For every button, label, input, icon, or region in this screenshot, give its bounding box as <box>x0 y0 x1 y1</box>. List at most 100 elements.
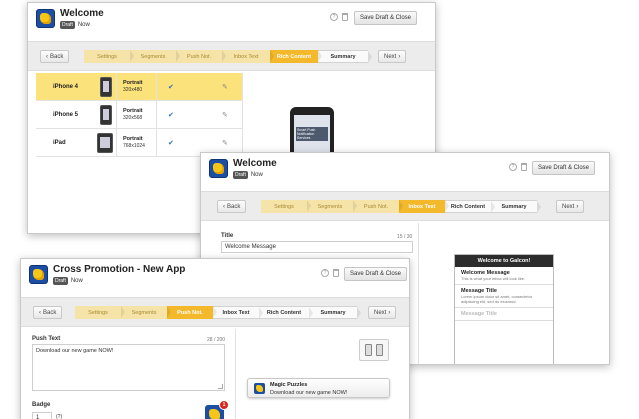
step-settings[interactable]: Settings <box>75 306 125 319</box>
wizard-bar: ‹ Back Settings Segments Push Not. Inbox … <box>201 191 609 221</box>
page-title: Welcome <box>60 8 104 19</box>
step-inbox[interactable]: Inbox Text <box>222 50 274 63</box>
device-orientation: Portrait 320x568 <box>123 107 143 121</box>
step-rich-content[interactable]: Rich Content <box>259 306 313 319</box>
wizard-steps: Settings Segments Push Not. Inbox Text R… <box>261 200 541 213</box>
cross-promotion-window: Cross Promotion - New App Draft Now ? Sa… <box>20 258 410 419</box>
check-icon: ✔ <box>168 111 174 119</box>
device-name: iPad <box>53 139 66 146</box>
ipad-icon <box>97 133 113 153</box>
step-inbox[interactable]: Inbox Text <box>213 306 263 319</box>
column-divider <box>235 329 236 419</box>
save-draft-button[interactable]: Save Draft & Close <box>354 11 418 25</box>
title-label: Title <box>221 233 234 239</box>
app-logo <box>36 9 55 28</box>
notification-message: Download our new game NOW! <box>270 390 348 396</box>
page-title: Cross Promotion - New App <box>53 264 186 275</box>
chevron-left-icon: ‹ <box>46 53 48 60</box>
step-push[interactable]: Push Not. <box>176 50 226 63</box>
step-settings[interactable]: Settings <box>261 200 311 213</box>
pencil-icon[interactable]: ✎ <box>222 139 228 147</box>
push-text-input[interactable]: Download our new game NOW! <box>32 344 225 391</box>
window-header: Welcome Draft Now ? Save Draft & Close <box>28 3 435 41</box>
device-name: iPhone 4 <box>53 83 79 90</box>
back-button[interactable]: ‹ Back <box>217 200 247 213</box>
step-summary[interactable]: Summary <box>491 200 541 213</box>
column-divider <box>418 223 419 364</box>
column-divider <box>116 73 117 157</box>
step-segments[interactable]: Segments <box>307 200 357 213</box>
header-icons: ? <box>321 269 339 277</box>
wizard-steps: Settings Segments Push Not. Inbox Text R… <box>75 306 361 319</box>
step-segments[interactable]: Segments <box>121 306 171 319</box>
badge-help[interactable]: (?) <box>56 414 62 419</box>
trash-icon[interactable] <box>521 163 527 171</box>
title-input[interactable]: Welcome Message <box>221 241 413 253</box>
step-push[interactable]: Push Not. <box>167 306 217 319</box>
inbox-item: Message Title <box>455 308 553 321</box>
next-button[interactable]: Next › <box>368 306 397 319</box>
next-button[interactable]: Next › <box>556 200 585 213</box>
chevron-right-icon: › <box>576 203 579 210</box>
wizard-bar: ‹ Back Settings Segments Push Not. Inbox … <box>21 297 409 327</box>
tablet-icon[interactable] <box>376 344 383 356</box>
step-segments[interactable]: Segments <box>130 50 180 63</box>
chevron-left-icon: ‹ <box>39 309 41 316</box>
save-draft-button[interactable]: Save Draft & Close <box>532 161 596 175</box>
chevron-right-icon: › <box>388 309 391 316</box>
save-draft-button[interactable]: Save Draft & Close <box>344 267 408 281</box>
pencil-icon[interactable]: ✎ <box>222 111 228 119</box>
step-push[interactable]: Push Not. <box>353 200 403 213</box>
step-rich-content[interactable]: Rich Content <box>270 50 322 63</box>
step-inbox[interactable]: Inbox Text <box>399 200 449 213</box>
step-summary[interactable]: Summary <box>318 50 372 63</box>
chevron-left-icon: ‹ <box>223 203 225 210</box>
inbox-item: Welcome Message This is what your inbox … <box>455 267 553 285</box>
puzzle-icon <box>33 269 44 280</box>
app-icon <box>254 383 265 394</box>
device-row-iphone4[interactable]: iPhone 4 Portrait 320x480 ✔ ✎ <box>36 73 242 101</box>
back-button[interactable]: ‹ Back <box>40 50 70 63</box>
preview-notification: Smart Push Notification Services <box>296 127 328 141</box>
pencil-icon[interactable]: ✎ <box>222 83 228 91</box>
back-button[interactable]: ‹ Back <box>33 306 63 319</box>
status-line: Draft Now <box>233 171 263 179</box>
title-counter: 15 / 30 <box>397 234 413 240</box>
header-icons: ? <box>509 163 527 171</box>
help-icon[interactable]: ? <box>509 163 517 171</box>
column-divider <box>242 73 243 157</box>
status-badge: Draft <box>60 21 75 29</box>
badge-input[interactable]: 1 <box>32 412 52 419</box>
device-row-iphone5[interactable]: iPhone 5 Portrait 320x568 ✔ ✎ <box>36 101 242 129</box>
device-table: iPhone 4 Portrait 320x480 ✔ ✎ iPhone 5 Po… <box>36 73 242 157</box>
page-title: Welcome <box>233 158 277 169</box>
header-icons: ? <box>330 13 348 21</box>
notification-title: Magic Puzzles <box>270 382 308 388</box>
help-icon[interactable]: ? <box>321 269 329 277</box>
trash-icon[interactable] <box>342 13 348 21</box>
step-settings[interactable]: Settings <box>84 50 134 63</box>
window-header: Welcome Draft Now ? Save Draft & Close <box>201 153 609 191</box>
device-orientation: Portrait 768x1024 <box>123 135 145 149</box>
puzzle-icon <box>40 13 51 24</box>
step-summary[interactable]: Summary <box>309 306 361 319</box>
trash-icon[interactable] <box>333 269 339 277</box>
status-line: Draft Now <box>60 21 90 29</box>
device-name: iPhone 5 <box>53 111 79 118</box>
column-divider <box>156 73 157 157</box>
check-icon: ✔ <box>168 139 174 147</box>
wizard-steps: Settings Segments Push Not. Inbox Text R… <box>84 50 372 63</box>
window-header: Cross Promotion - New App Draft Now ? Sa… <box>21 259 409 297</box>
resize-handle[interactable] <box>218 384 223 389</box>
phone-icon[interactable] <box>365 344 372 356</box>
status-badge: Draft <box>53 277 68 285</box>
step-rich-content[interactable]: Rich Content <box>445 200 495 213</box>
device-toggle[interactable] <box>359 339 389 361</box>
status-time: Now <box>77 22 90 28</box>
iphone-icon <box>100 77 112 97</box>
help-icon[interactable]: ? <box>330 13 338 21</box>
inbox-item: Message Title Lorem ipsum dolor sit amet… <box>455 285 553 308</box>
inbox-header: Welcome to Galcon! <box>455 255 553 267</box>
next-button[interactable]: Next › <box>378 50 407 63</box>
iphone-icon <box>100 105 112 125</box>
